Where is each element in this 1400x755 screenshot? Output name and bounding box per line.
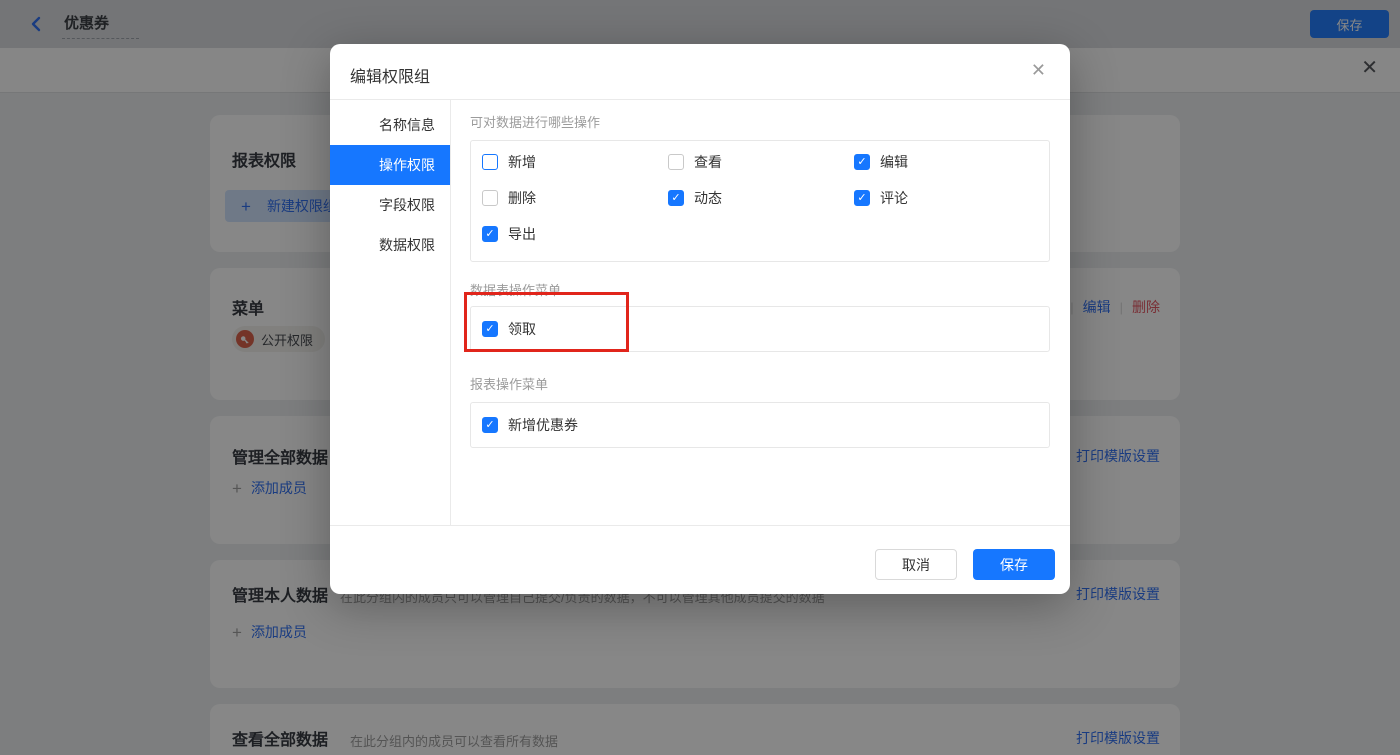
checkbox[interactable]: ✓ bbox=[668, 190, 684, 206]
checkbox[interactable]: ✓ bbox=[854, 154, 870, 170]
checkbox-option-export[interactable]: ✓ 导出 bbox=[482, 225, 668, 243]
check-icon: ✓ bbox=[671, 191, 681, 204]
checkbox-option-add[interactable]: ✓ 新增 bbox=[482, 153, 668, 171]
edit-permission-group-modal: 编辑权限组 ✕ 名称信息 操作权限 字段权限 数据权限 可对数据进行哪些操作 ✓… bbox=[330, 44, 1070, 594]
checkbox[interactable]: ✓ bbox=[482, 417, 498, 433]
checkbox-option-new-coupon[interactable]: ✓ 新增优惠券 bbox=[482, 416, 578, 434]
save-button[interactable]: 保存 bbox=[973, 549, 1055, 580]
report-menu-box: ✓ 新增优惠券 bbox=[470, 402, 1050, 448]
check-icon: ✓ bbox=[857, 191, 867, 204]
modal-sidebar: 名称信息 操作权限 字段权限 数据权限 bbox=[330, 105, 450, 265]
checkbox[interactable]: ✓ bbox=[482, 321, 498, 337]
app-window: 优惠券 保存 ✕ 报表权限 设置成员对报表的操作权限 + 新建权限组 菜单 | … bbox=[0, 0, 1400, 755]
tab-operation-permission[interactable]: 操作权限 bbox=[330, 145, 450, 185]
checkbox-option-claim[interactable]: ✓ 领取 bbox=[482, 320, 536, 338]
checkbox-option-view[interactable]: ✓ 查看 bbox=[668, 153, 854, 171]
data-operations-box: ✓ 新增 ✓ 查看 ✓ 编辑 ✓ 删除 ✓ 动态 bbox=[470, 140, 1050, 262]
modal-footer: 取消 保存 bbox=[330, 525, 1070, 594]
checkbox-option-activity[interactable]: ✓ 动态 bbox=[668, 189, 854, 207]
check-icon: ✓ bbox=[485, 227, 495, 240]
checkbox[interactable]: ✓ bbox=[482, 190, 498, 206]
modal-close-icon[interactable]: ✕ bbox=[1031, 61, 1046, 79]
cancel-button[interactable]: 取消 bbox=[875, 549, 957, 580]
checkbox[interactable]: ✓ bbox=[482, 226, 498, 242]
checkbox[interactable]: ✓ bbox=[482, 154, 498, 170]
checkbox[interactable]: ✓ bbox=[668, 154, 684, 170]
check-icon: ✓ bbox=[485, 322, 495, 335]
table-menu-label: 数据表操作菜单 bbox=[470, 283, 562, 298]
data-operations-label: 可对数据进行哪些操作 bbox=[470, 115, 601, 130]
sidebar-divider bbox=[450, 100, 451, 525]
modal-header: 编辑权限组 ✕ bbox=[330, 44, 1070, 100]
checkbox-option-delete[interactable]: ✓ 删除 bbox=[482, 189, 668, 207]
checkbox-option-edit[interactable]: ✓ 编辑 bbox=[854, 153, 1040, 171]
checkbox[interactable]: ✓ bbox=[854, 190, 870, 206]
tab-data-permission[interactable]: 数据权限 bbox=[330, 225, 450, 265]
modal-content: 可对数据进行哪些操作 ✓ 新增 ✓ 查看 ✓ 编辑 ✓ 删除 bbox=[470, 100, 1050, 448]
check-icon: ✓ bbox=[857, 155, 867, 168]
modal-title: 编辑权限组 bbox=[350, 69, 431, 86]
table-menu-box: ✓ 领取 bbox=[470, 306, 1050, 352]
check-icon: ✓ bbox=[485, 418, 495, 431]
tab-field-permission[interactable]: 字段权限 bbox=[330, 185, 450, 225]
tab-name-info[interactable]: 名称信息 bbox=[330, 105, 450, 145]
checkbox-option-comment[interactable]: ✓ 评论 bbox=[854, 189, 1040, 207]
report-menu-label: 报表操作菜单 bbox=[470, 377, 549, 392]
